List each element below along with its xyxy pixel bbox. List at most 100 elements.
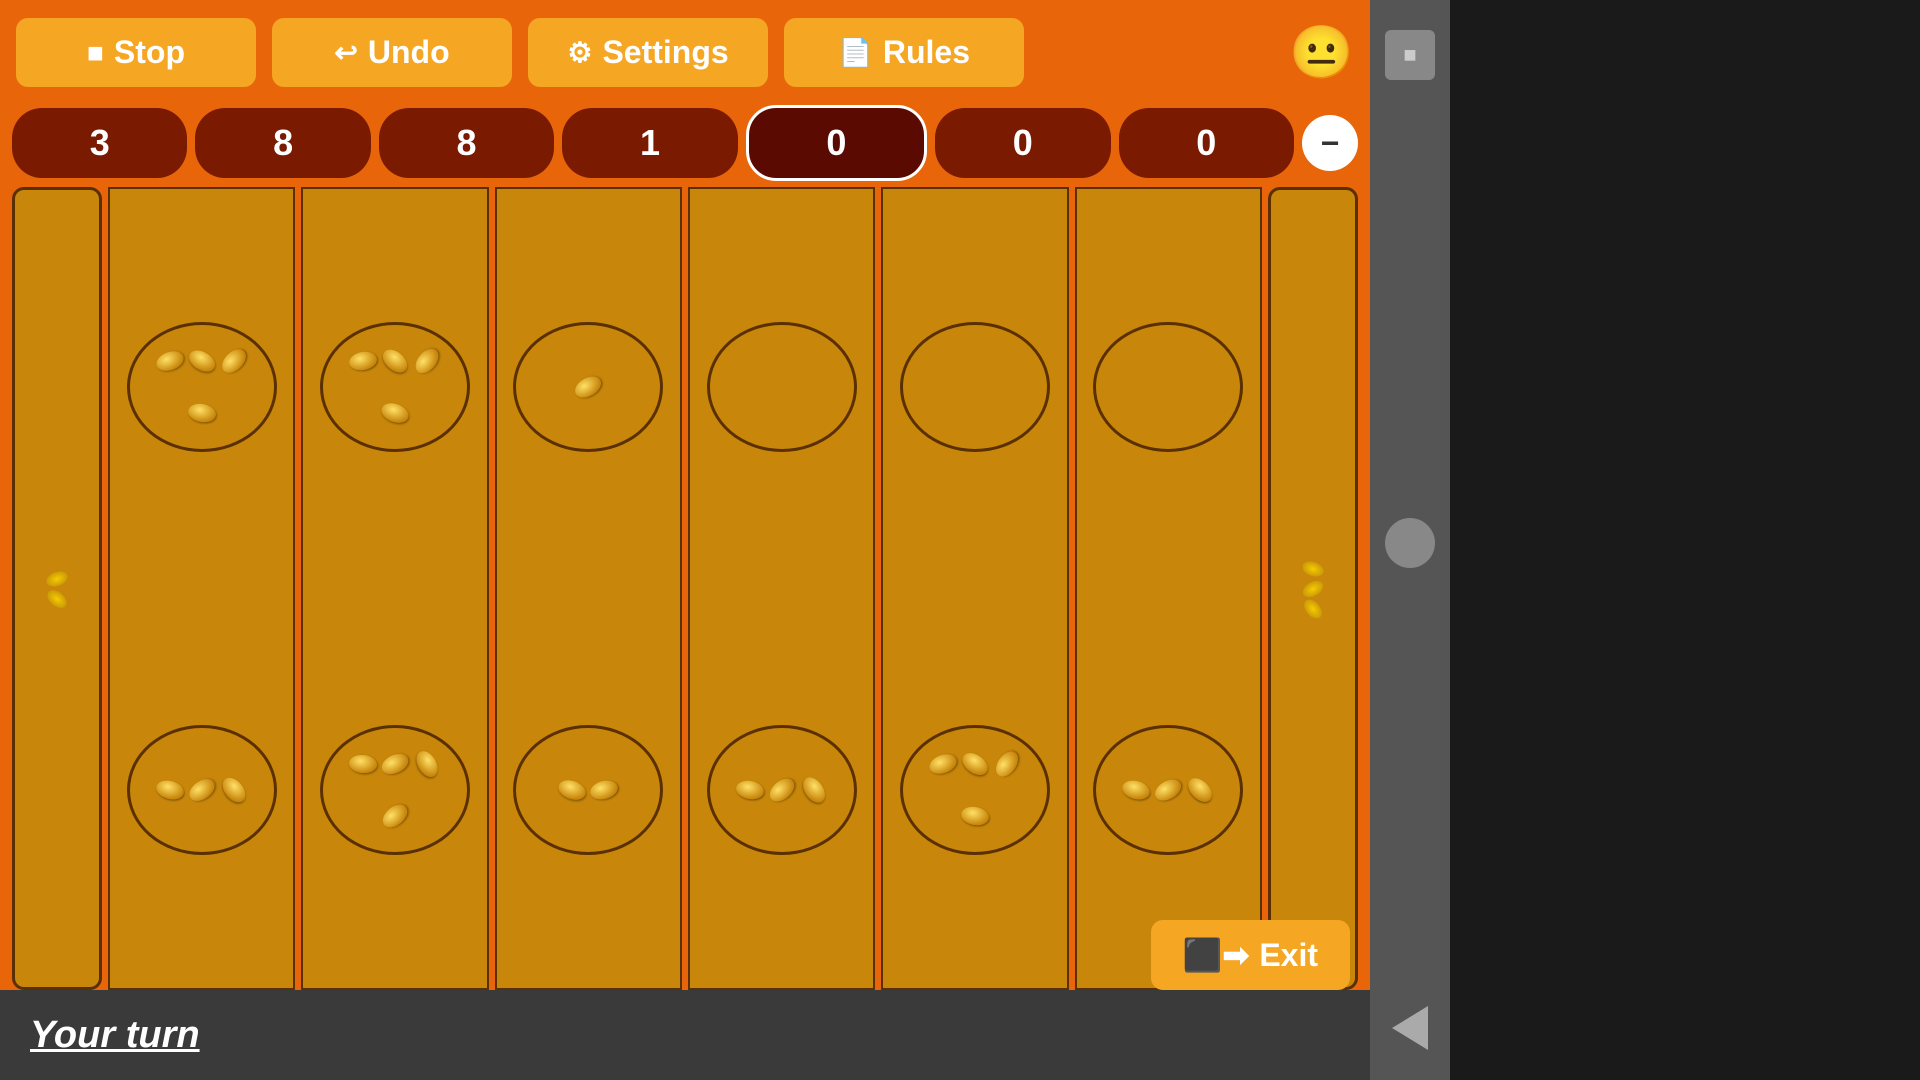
minus-button[interactable]: − [1302, 115, 1358, 171]
emoji-icon: 😐 [1289, 24, 1354, 82]
top-score-row: 3 8 8 1 0 0 0 − [0, 105, 1370, 181]
pit-bot-1[interactable] [110, 592, 293, 989]
seed [572, 372, 605, 402]
pit-circle-bot-4 [707, 725, 857, 855]
pit-bot-3[interactable] [497, 592, 680, 989]
pit-circle-bot-1 [127, 725, 277, 855]
pit-top-4[interactable] [690, 189, 873, 586]
pit-top-3[interactable] [497, 189, 680, 586]
pit-bot-4[interactable] [690, 592, 873, 989]
pit-circle-top-3 [513, 322, 663, 452]
undo-label: Undo [368, 34, 450, 71]
seed [958, 748, 991, 779]
stop-icon: ■ [87, 37, 104, 69]
pit-circle-top-5 [900, 322, 1050, 452]
gear-icon: ⚙ [567, 36, 592, 69]
seed [153, 348, 185, 374]
rules-label: Rules [883, 34, 970, 71]
top-score-2: 8 [379, 108, 554, 178]
top-score-5: 0 [935, 108, 1110, 178]
seed [217, 345, 250, 378]
seed [154, 777, 186, 802]
column-5 [881, 187, 1068, 990]
nav-circle-button[interactable] [1385, 518, 1435, 568]
top-score-6: 0 [1119, 108, 1294, 178]
rules-icon: 📄 [838, 36, 873, 69]
seed [379, 400, 411, 426]
right-panel [1450, 0, 1920, 1080]
store-right [1268, 187, 1358, 990]
seed [588, 777, 620, 802]
column-6 [1075, 187, 1262, 990]
top-score-1: 8 [195, 108, 370, 178]
seed [927, 751, 959, 777]
top-score-4: 0 [746, 105, 927, 181]
seed [765, 774, 798, 806]
seed [185, 346, 218, 376]
seed [378, 750, 411, 778]
stop-button[interactable]: ■ Stop [16, 18, 256, 87]
seed [186, 402, 217, 425]
seed [1184, 773, 1217, 806]
nav-back-button[interactable] [1392, 1006, 1428, 1050]
exit-icon: ⬛➡ [1183, 936, 1250, 974]
seed [378, 345, 411, 377]
pit-circle-bot-2 [320, 725, 470, 855]
store-right-seed [1300, 558, 1325, 579]
exit-button[interactable]: ⬛➡ Exit [1151, 920, 1350, 990]
rules-button[interactable]: 📄 Rules [784, 18, 1024, 87]
stop-label: Stop [114, 34, 185, 71]
pit-circle-bot-5 [900, 725, 1050, 855]
pit-circle-top-2 [320, 322, 470, 452]
column-2 [301, 187, 488, 990]
pit-top-5[interactable] [883, 189, 1066, 586]
top-score-0: 3 [12, 108, 187, 178]
pit-circle-top-4 [707, 322, 857, 452]
exit-label: Exit [1259, 937, 1318, 974]
pit-circle-top-6 [1093, 322, 1243, 452]
emoji-button[interactable]: 😐 [1289, 22, 1354, 83]
seed [1120, 777, 1152, 802]
pit-top-1[interactable] [110, 189, 293, 586]
seed [348, 754, 377, 774]
store-left [12, 187, 102, 990]
seed [960, 804, 991, 827]
column-4 [688, 187, 875, 990]
seed [378, 800, 411, 832]
pit-bot-5[interactable] [883, 592, 1066, 989]
seed [412, 747, 442, 780]
column-1 [108, 187, 295, 990]
pit-bot-2[interactable] [303, 592, 486, 989]
nav-square-button[interactable]: ■ [1385, 30, 1435, 80]
settings-label: Settings [602, 34, 728, 71]
your-turn-bar: Your turn [0, 990, 1370, 1080]
undo-button[interactable]: ↩ Undo [272, 18, 512, 87]
seed [411, 345, 443, 378]
settings-button[interactable]: ⚙ Settings [528, 18, 768, 87]
column-3 [495, 187, 682, 990]
store-right-seed [1301, 596, 1326, 622]
seed [734, 778, 765, 801]
seed [218, 773, 250, 806]
pit-circle-bot-3 [513, 725, 663, 855]
pit-top-6[interactable] [1077, 189, 1260, 586]
seed [1152, 775, 1185, 805]
seed [798, 773, 829, 806]
pit-circle-bot-6 [1093, 725, 1243, 855]
seed [992, 747, 1023, 780]
top-score-3: 1 [562, 108, 737, 178]
store-left-seed [44, 586, 70, 611]
pit-circle-top-1 [127, 322, 277, 452]
main-game-area: ■ Stop ↩ Undo ⚙ Settings 📄 Rules 😐 3 8 8… [0, 0, 1370, 1080]
store-right-seed [1300, 577, 1326, 600]
seed [556, 777, 588, 803]
toolbar: ■ Stop ↩ Undo ⚙ Settings 📄 Rules 😐 [0, 0, 1370, 105]
nav-square-icon: ■ [1403, 42, 1416, 68]
board-area [0, 187, 1370, 990]
seed [348, 350, 379, 373]
undo-icon: ↩ [334, 36, 357, 69]
store-left-seed [44, 568, 69, 589]
seed [185, 774, 218, 805]
right-nav: ■ [1370, 0, 1450, 1080]
pit-top-2[interactable] [303, 189, 486, 586]
